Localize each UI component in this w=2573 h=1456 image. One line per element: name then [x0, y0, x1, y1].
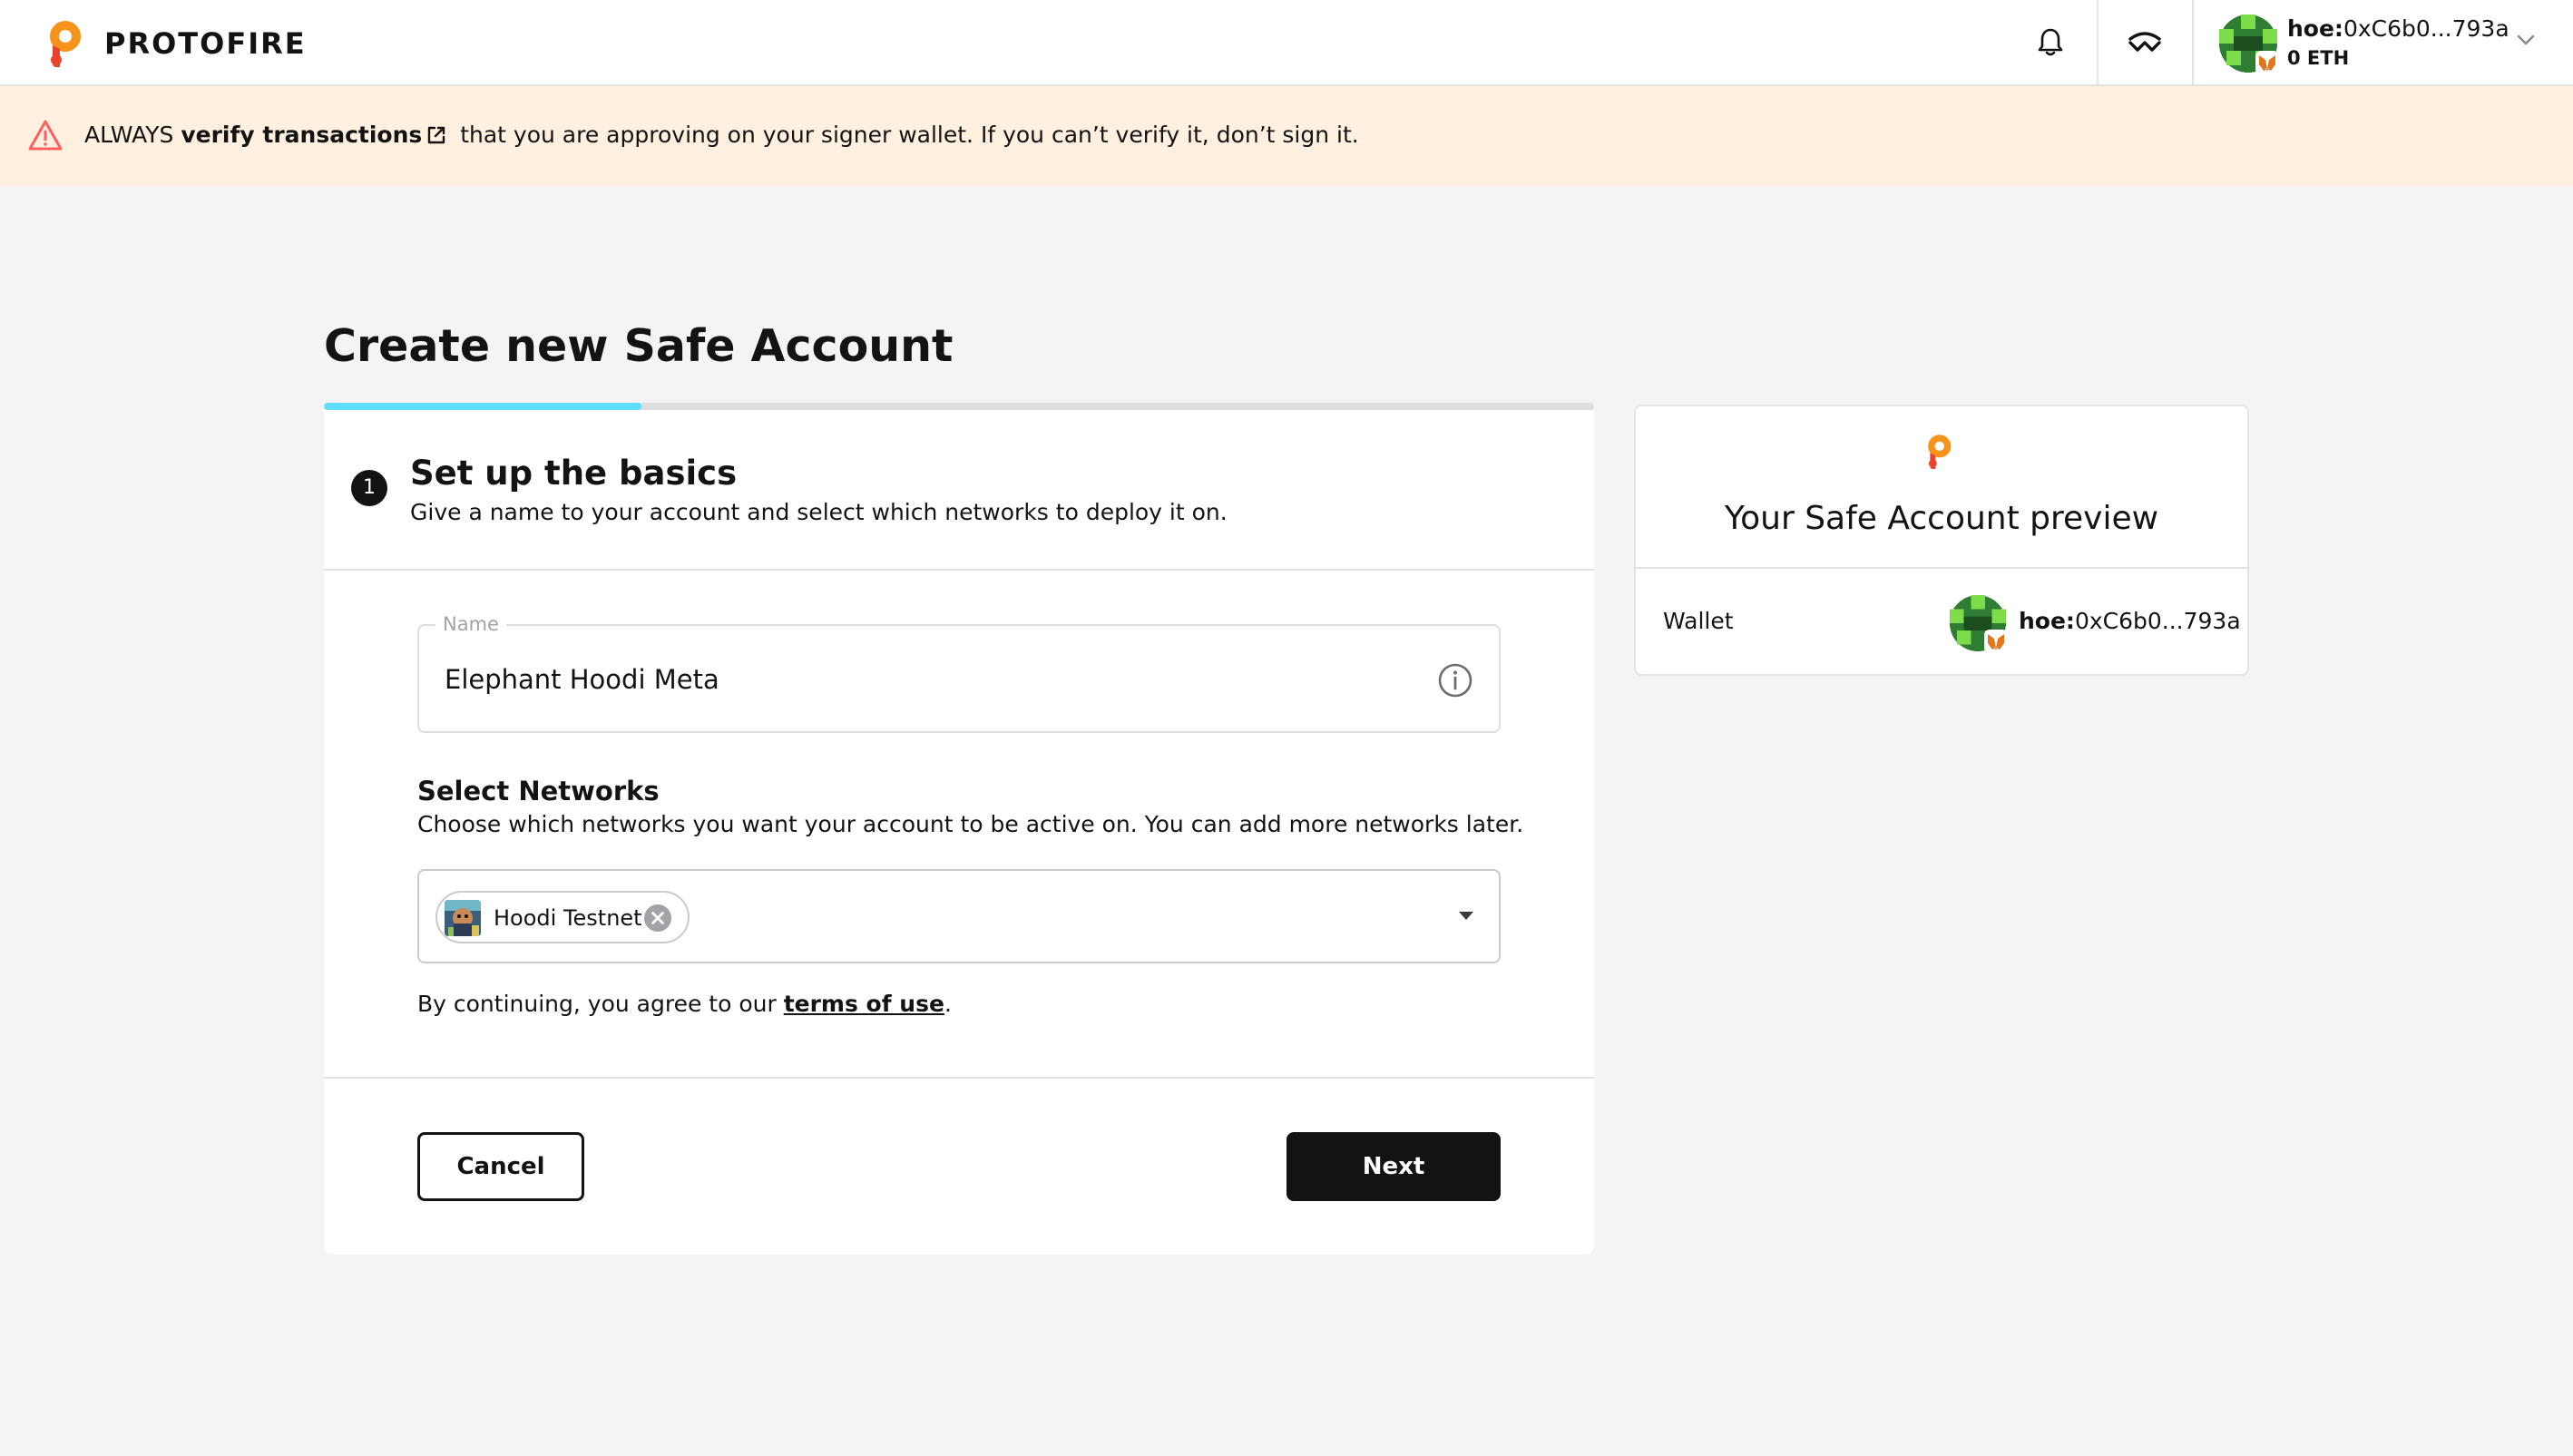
- warning-icon: [28, 120, 63, 151]
- progress-fill: [324, 403, 641, 410]
- caret-down-icon[interactable]: [1457, 909, 1475, 922]
- network-icon: [445, 900, 481, 936]
- account-balance: 0 ETH: [2287, 47, 2350, 69]
- protofire-logo: [1928, 435, 1952, 469]
- step-subtitle: Give a name to your account and select w…: [410, 499, 1228, 525]
- warning-banner: ALWAYS verify transactions that you are …: [0, 86, 2573, 186]
- name-input[interactable]: Elephant Hoodi Meta: [445, 662, 719, 697]
- network-chip[interactable]: Hoodi Testnet: [435, 891, 690, 943]
- external-link-icon[interactable]: [426, 124, 447, 146]
- page-title: Create new Safe Account: [324, 320, 954, 372]
- warning-text: ALWAYS verify transactions that you are …: [84, 122, 1359, 148]
- wallet-label: Wallet: [1663, 608, 1734, 634]
- network-chip-label: Hoodi Testnet: [494, 905, 642, 931]
- card-divider: [324, 569, 1594, 571]
- account-address: hoe:0xC6b0...793a: [2287, 15, 2509, 42]
- info-icon[interactable]: [1437, 662, 1473, 699]
- create-account-card: 1 Set up the basics Give a name to your …: [324, 410, 1594, 1255]
- name-field-label: Name: [435, 611, 506, 637]
- walletconnect-button[interactable]: [2098, 0, 2192, 84]
- metamask-icon: [1984, 630, 2008, 653]
- protofire-logo[interactable]: [44, 18, 85, 67]
- close-circle-icon[interactable]: [642, 903, 673, 933]
- bell-icon: [2038, 28, 2063, 55]
- metamask-icon: [2255, 51, 2279, 74]
- avatar: [2219, 15, 2279, 74]
- avatar: [1950, 595, 2008, 653]
- terms-notice: By continuing, you agree to our terms of…: [417, 991, 952, 1017]
- verify-transactions-link[interactable]: verify transactions: [181, 122, 422, 148]
- chevron-down-icon: [2517, 34, 2535, 45]
- top-header: PROTOFIRE hoe:0xC6b0...793a 0 ETH: [0, 0, 2573, 86]
- progress-bar: [324, 403, 1594, 410]
- terms-of-use-link[interactable]: terms of use: [784, 991, 944, 1017]
- step-title: Set up the basics: [410, 454, 738, 493]
- notifications-button[interactable]: [2003, 0, 2098, 84]
- preview-wallet-address: hoe:0xC6b0...793a: [2019, 608, 2241, 634]
- cancel-button[interactable]: Cancel: [417, 1132, 584, 1201]
- name-field[interactable]: Name Elephant Hoodi Meta: [417, 611, 1501, 733]
- networks-title: Select Networks: [417, 776, 660, 806]
- walletconnect-icon: [2128, 31, 2161, 52]
- account-menu[interactable]: hoe:0xC6b0...793a 0 ETH: [2194, 0, 2573, 84]
- network-select[interactable]: Hoodi Testnet: [417, 869, 1501, 963]
- brand-name: PROTOFIRE: [104, 26, 307, 61]
- card-divider: [324, 1077, 1594, 1079]
- next-button[interactable]: Next: [1286, 1132, 1501, 1201]
- step-number: 1: [351, 470, 387, 506]
- preview-title: Your Safe Account preview: [1724, 500, 2159, 537]
- networks-subtitle: Choose which networks you want your acco…: [417, 811, 1524, 837]
- account-preview-card: Your Safe Account preview Wallet hoe:0xC…: [1634, 405, 2249, 676]
- preview-divider: [1636, 567, 2247, 569]
